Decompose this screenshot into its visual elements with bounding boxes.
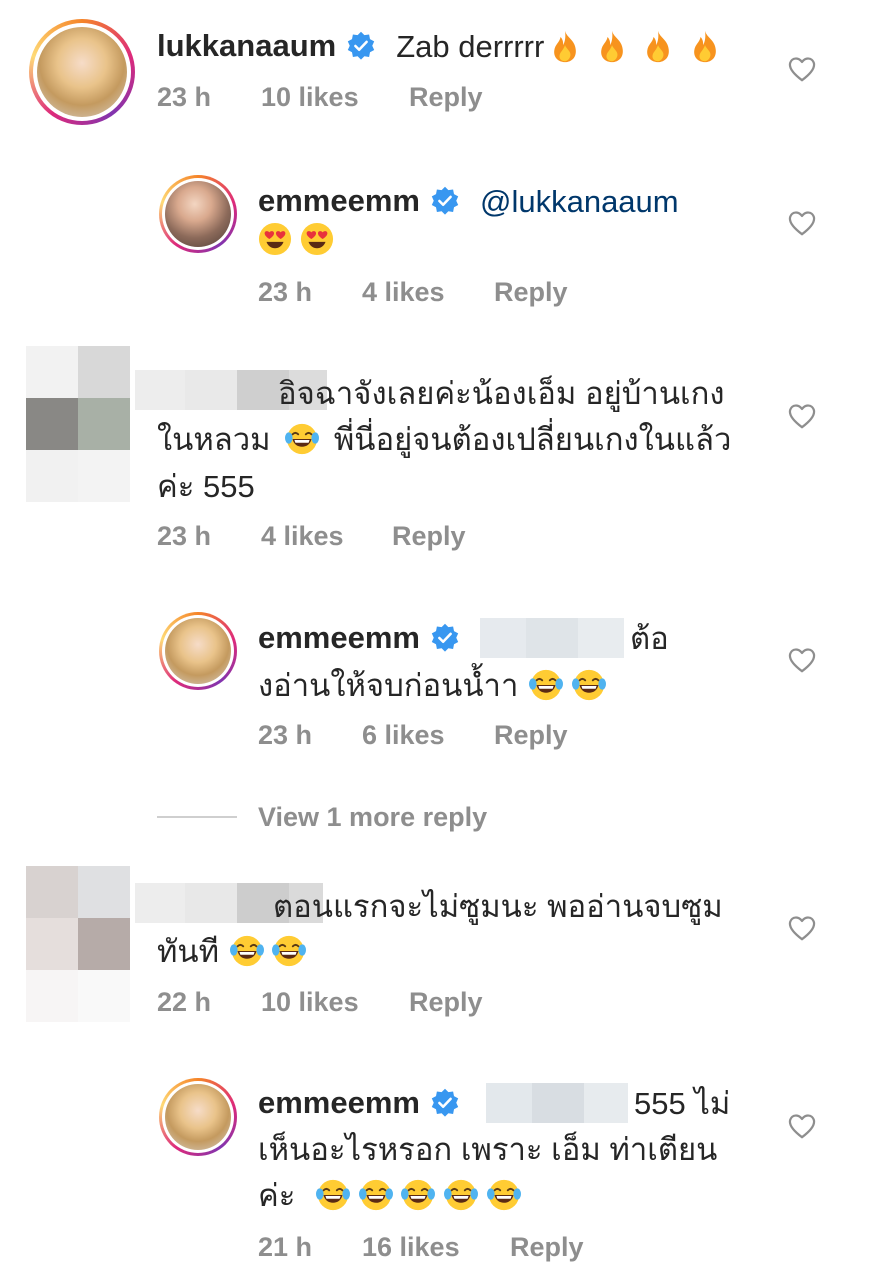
verified-badge-icon: [346, 31, 376, 61]
username[interactable]: emmeemm: [258, 1085, 420, 1121]
reply-button[interactable]: Reply: [392, 521, 466, 552]
likes-count[interactable]: 6 likes: [362, 720, 494, 751]
tears-of-joy-emoji-icon: [285, 422, 319, 456]
verified-badge-icon: [430, 623, 460, 653]
comment-body: emmeemm @lukkanaaum: [258, 178, 679, 224]
mention-redacted: [485, 1083, 628, 1123]
comment-meta: 23 h 4 likes Reply: [157, 521, 466, 552]
comment-meta: 23 h 6 likes Reply: [258, 720, 568, 751]
view-more-replies-button[interactable]: View 1 more reply: [258, 802, 487, 833]
mention-redacted: [479, 618, 624, 658]
heart-eyes-emoji-icon: [258, 222, 292, 256]
fire-icon: [595, 29, 629, 63]
heart-eyes-emoji-icon: [300, 222, 334, 256]
tears-of-joy-emoji-icon: [401, 1178, 435, 1212]
likes-count[interactable]: 4 likes: [261, 521, 392, 552]
tears-of-joy-emoji-icon: [529, 668, 563, 702]
fire-emoji-group: [548, 29, 721, 63]
like-heart-icon[interactable]: [787, 1112, 817, 1140]
tears-of-joy-emoji-icon: [444, 1178, 478, 1212]
avatar-photo: [165, 1084, 231, 1150]
username[interactable]: emmeemm: [258, 620, 420, 656]
timestamp: 22 h: [157, 987, 212, 1017]
avatar[interactable]: [159, 175, 237, 253]
comment-text-line2b: พี่นี่อยู่จนต้องเปลี่ยนเกงในแล้ว: [333, 422, 732, 457]
like-heart-icon[interactable]: [787, 55, 817, 83]
comment-text-line2-text: ทันที: [157, 934, 220, 969]
avatar[interactable]: [29, 19, 135, 125]
likes-count[interactable]: 16 likes: [362, 1232, 510, 1263]
username[interactable]: lukkanaaum: [157, 28, 336, 64]
comment-text-line2: งอ่านให้จบก่อนน้ำา: [258, 662, 606, 709]
like-heart-icon[interactable]: [787, 646, 817, 674]
fire-icon: [688, 29, 722, 63]
reply-button[interactable]: Reply: [409, 987, 483, 1018]
avatar[interactable]: [159, 1078, 237, 1156]
comment-text-line2: ทันที: [157, 928, 306, 975]
reply-button[interactable]: Reply: [494, 720, 568, 751]
tears-of-joy-emoji-icon: [487, 1178, 521, 1212]
avatar[interactable]: [159, 612, 237, 690]
like-heart-icon[interactable]: [787, 914, 817, 942]
comment-meta: 23 h 4 likes Reply: [258, 277, 568, 308]
tears-of-joy-emoji-icon: [272, 934, 306, 968]
username[interactable]: emmeemm: [258, 183, 420, 219]
fire-icon: [641, 29, 675, 63]
comment-meta: 23 h 10 likes Reply: [157, 82, 483, 113]
timestamp: 21 h: [258, 1232, 313, 1262]
tears-of-joy-emoji-icon: [359, 1178, 393, 1212]
tears-of-joy-emoji-icon: [572, 668, 606, 702]
fire-icon: [548, 29, 582, 63]
comment-body: emmeemm ต้อ: [258, 615, 669, 661]
avatar-photo: [165, 618, 231, 684]
tears-of-joy-emoji-icon: [230, 934, 264, 968]
comment-text-line1: ต้อ: [629, 620, 669, 656]
comment-text-line3: ค่ะ: [258, 1172, 521, 1219]
avatar-pixelated[interactable]: [26, 866, 130, 1022]
comment-meta: 22 h 10 likes Reply: [157, 987, 483, 1018]
tears-of-joy-emoji-icon: [316, 1178, 350, 1212]
likes-count[interactable]: 10 likes: [261, 82, 409, 113]
view-replies-divider: [157, 816, 237, 818]
verified-badge-icon: [430, 1088, 460, 1118]
like-heart-icon[interactable]: [787, 209, 817, 237]
avatar-pixelated[interactable]: [26, 346, 130, 502]
comment-text-line1: อิจฉาจังเลยค่ะน้องเอ็ม อยู่บ้านเกง: [278, 376, 725, 411]
likes-count[interactable]: 4 likes: [362, 277, 494, 308]
mention-link[interactable]: @lukkanaaum: [480, 178, 679, 225]
comment-text: Zab derrrrr: [396, 28, 545, 64]
timestamp: 23 h: [258, 277, 313, 307]
likes-count[interactable]: 10 likes: [261, 987, 409, 1018]
emoji-line: [258, 222, 334, 256]
avatar-photo: [165, 181, 231, 247]
avatar-photo: [37, 27, 127, 117]
comment-text-line3: ค่ะ 555: [157, 469, 255, 504]
comment-text-line2a: ในหลวม: [157, 422, 271, 457]
comment-body: emmeemm 555 ไม่: [258, 1080, 730, 1126]
like-heart-icon[interactable]: [787, 402, 817, 430]
comment-text-line2: เห็นอะไรหรอก เพราะ เอ็ม ท่าเตียน: [258, 1132, 718, 1167]
comment-text-line2-text: งอ่านให้จบก่อนน้ำา: [258, 668, 519, 703]
comment-meta: 21 h 16 likes Reply: [258, 1232, 584, 1263]
comment-text-line3-text: ค่ะ: [258, 1178, 296, 1213]
reply-button[interactable]: Reply: [409, 82, 483, 113]
timestamp: 23 h: [157, 521, 212, 551]
comment-text-line2: ในหลวม พี่นี่อยู่จนต้องเปลี่ยนเกงในแล้ว: [157, 416, 731, 463]
reply-button[interactable]: Reply: [510, 1232, 584, 1263]
timestamp: 23 h: [258, 720, 313, 750]
comment-text-line1: 555 ไม่: [633, 1085, 731, 1121]
comment-body: lukkanaaum Zab derrrrr: [157, 23, 722, 69]
comment-text-line1: ตอนแรกจะไม่ซูมนะ พออ่านจบซูม: [273, 889, 723, 924]
timestamp: 23 h: [157, 82, 212, 112]
verified-badge-icon: [430, 186, 460, 216]
reply-button[interactable]: Reply: [494, 277, 568, 308]
